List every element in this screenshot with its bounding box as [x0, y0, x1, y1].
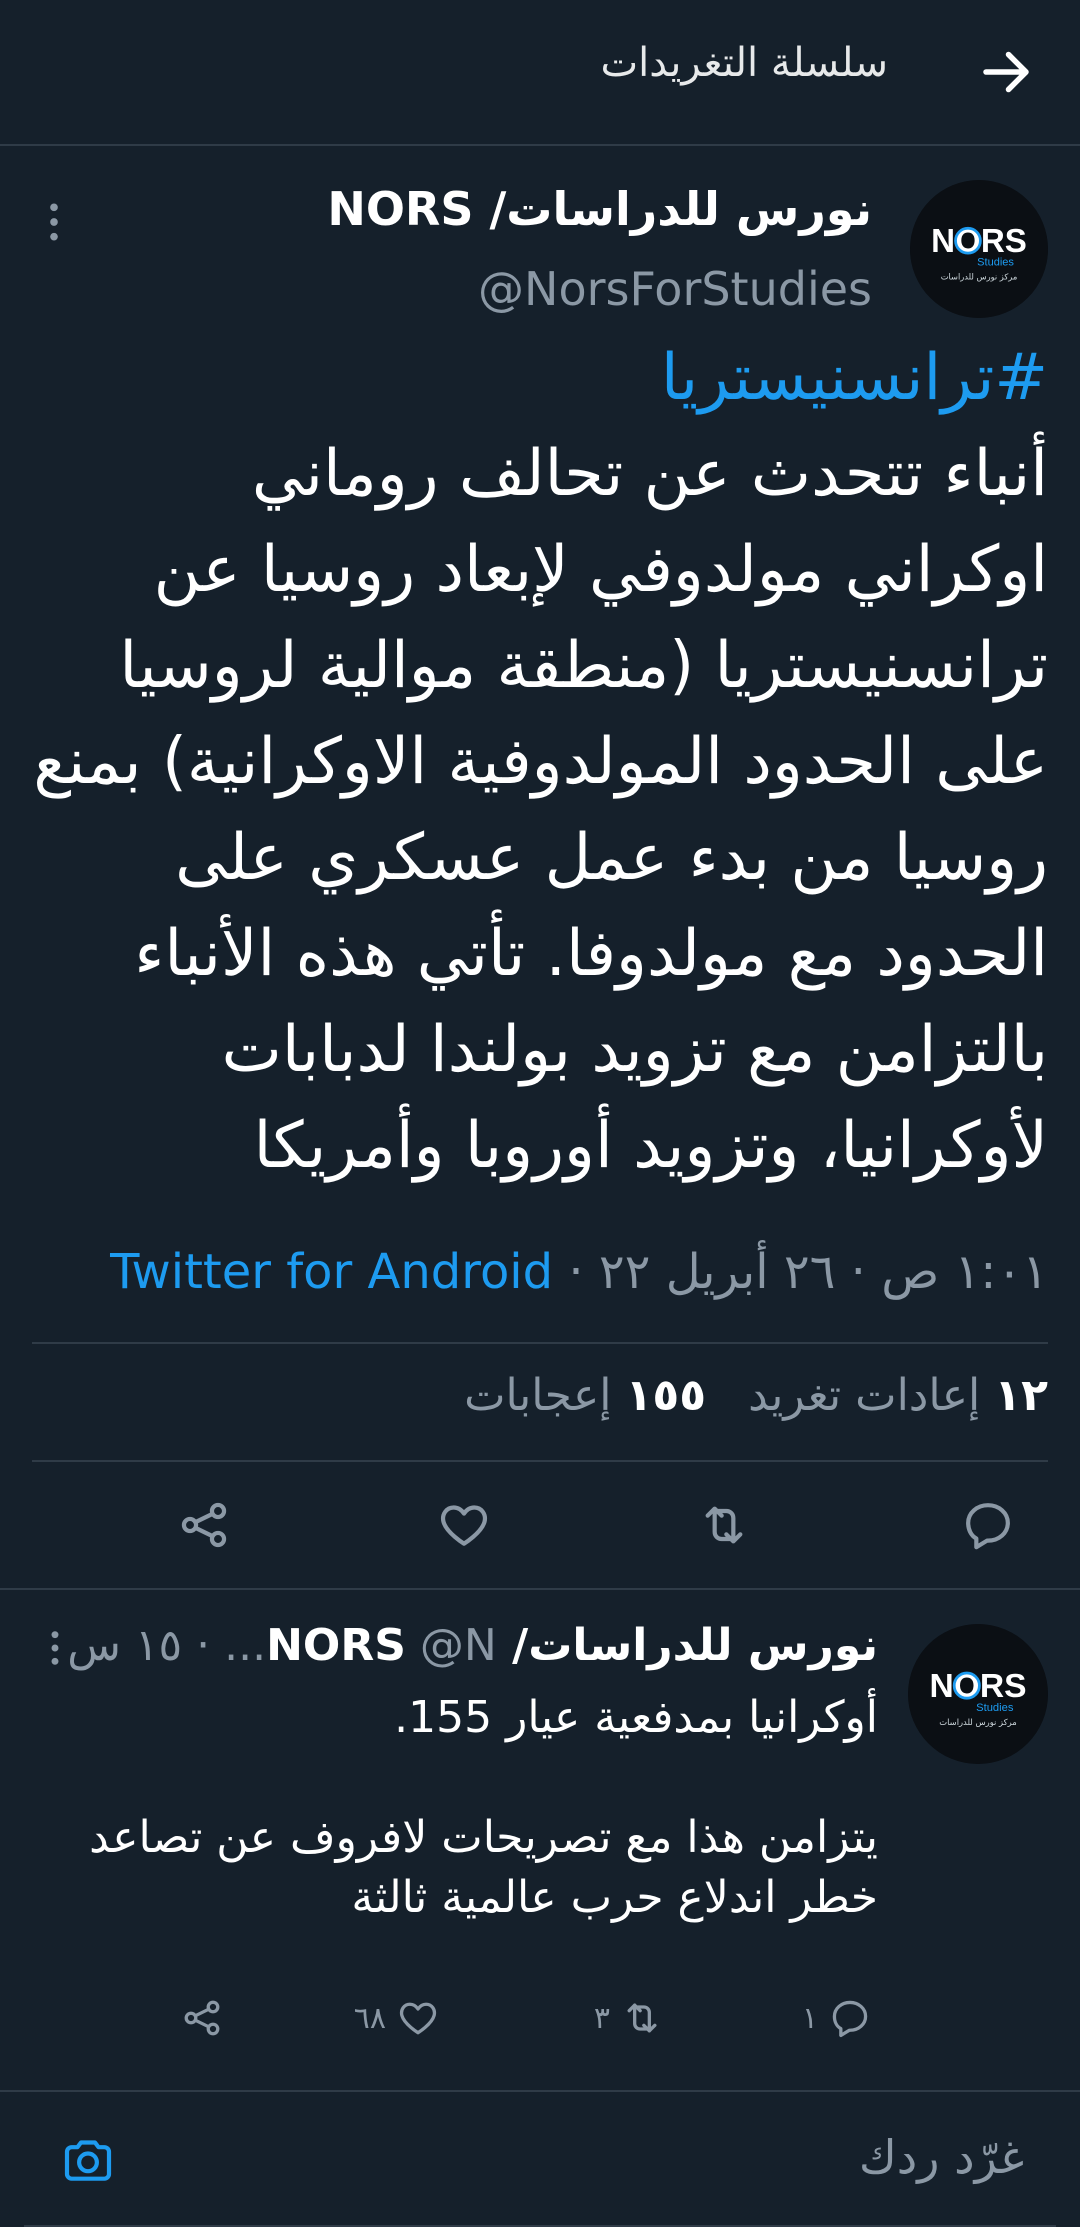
tweet-timestamp: ١:٠١ ص · ٢٦ أبريل ٢٢ · Twitter for Andro…	[110, 1244, 1048, 1300]
author-name[interactable]: نورس للدراسات/ NORS	[327, 182, 872, 236]
author-handle[interactable]: @NorsForStudies	[478, 262, 872, 316]
more-options-icon[interactable]	[40, 1628, 70, 1668]
reply-icon[interactable]	[960, 1497, 1016, 1553]
svg-text:مركز نورس للدراسات: مركز نورس للدراسات	[939, 1717, 1017, 1727]
share-icon	[184, 2000, 220, 2036]
top-bar: سلسلة التغريدات	[0, 0, 1080, 146]
share-icon[interactable]	[176, 1497, 232, 1553]
reply-icon	[832, 2000, 868, 2038]
tweet-text: #ترانسنيستريا أنباء تتحدث عن تحالف رومان…	[32, 330, 1048, 1194]
tweet-thread-screen: سلسلة التغريدات NORS Studies مركز نورس ل…	[0, 0, 1080, 2227]
divider	[0, 1588, 1080, 1590]
source-link[interactable]: Twitter for Android	[110, 1244, 553, 1300]
divider	[32, 1460, 1048, 1462]
retweet-icon	[627, 2003, 657, 2033]
reply-header[interactable]: نورس للدراسات/ NORS @N... · ١٥ س	[67, 1620, 878, 1671]
like-heart-icon	[399, 2002, 437, 2035]
reply-input[interactable]: غرّد ردك	[24, 2092, 1056, 2227]
more-options-icon[interactable]	[36, 200, 72, 244]
reply-placeholder: غرّد ردك	[858, 2130, 1024, 2184]
timestamp-text: ١:٠١ ص · ٢٦ أبريل ٢٢ ·	[553, 1244, 1048, 1300]
camera-icon[interactable]	[60, 2132, 116, 2188]
retweet-icon[interactable]	[696, 1497, 752, 1553]
avatar[interactable]: NORS Studies مركز نورس للدراسات	[908, 1624, 1048, 1764]
retweet-count: ٣	[593, 2000, 610, 2036]
back-arrow-icon[interactable]	[976, 42, 1036, 102]
nors-logo-icon: NORS Studies مركز نورس للدراسات	[908, 1624, 1048, 1764]
page-title: سلسلة التغريدات	[600, 40, 888, 86]
reply-share-action[interactable]	[180, 1990, 224, 2046]
svg-text:Studies: Studies	[976, 1702, 1014, 1714]
nors-logo-icon: NORS Studies مركز نورس للدراسات	[910, 180, 1048, 318]
hashtag-link[interactable]: #ترانسنيستريا	[32, 330, 1048, 426]
svg-text:Studies: Studies	[977, 257, 1014, 269]
divider	[32, 1342, 1048, 1344]
engagement-stats: ١٢ إعادات تغريد ١٥٥ إعجابات	[436, 1370, 1048, 1421]
reply-author-name[interactable]: نورس للدراسات/ NORS	[266, 1620, 878, 1671]
reply-like-action[interactable]: ٦٨	[354, 1990, 440, 2046]
reply-text: أوكرانيا بمدفعية عيار 155. يتزامن هذا مع…	[89, 1692, 878, 1923]
reply-retweet-action[interactable]: ٣	[594, 1990, 664, 2046]
reply-reply-action[interactable]: ١	[802, 1990, 872, 2046]
avatar[interactable]: NORS Studies مركز نورس للدراسات	[910, 180, 1048, 318]
likes-stat[interactable]: ١٥٥ إعجابات	[464, 1370, 706, 1421]
reply-compose-bar: غرّد ردك	[0, 2092, 1080, 2227]
like-heart-icon[interactable]	[436, 1497, 492, 1553]
tweet-body-text: أنباء تتحدث عن تحالف روماني اوكراني مولد…	[33, 437, 1048, 1183]
reply-count: ١	[801, 2000, 818, 2036]
retweets-stat[interactable]: ١٢ إعادات تغريد	[748, 1370, 1048, 1421]
like-count: ٦٨	[353, 2000, 386, 2036]
svg-text:مركز نورس للدراسات: مركز نورس للدراسات	[941, 271, 1018, 281]
